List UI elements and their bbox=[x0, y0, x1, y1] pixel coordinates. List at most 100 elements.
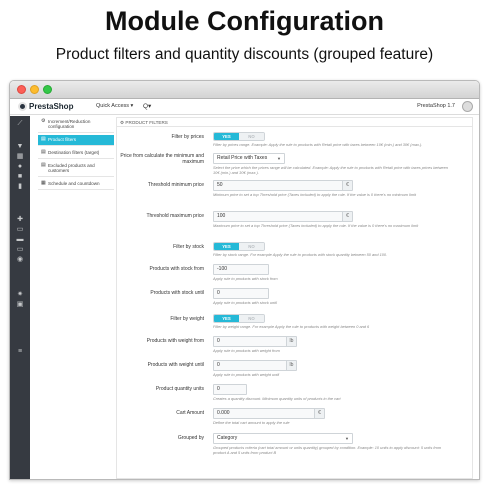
tab-product-filters[interactable]: ▤ Product filters bbox=[38, 134, 114, 146]
currency-addon: € bbox=[314, 409, 324, 418]
menu-icon[interactable]: ≡ bbox=[10, 348, 30, 356]
grouped-by-select[interactable]: Category ▼ bbox=[213, 433, 353, 444]
label-grouped-by: Grouped by bbox=[177, 435, 204, 441]
row-threshold-max: Threshold maximum price 100 € Maximum pr… bbox=[117, 211, 472, 228]
tab-label: Increment/Reduction configuration bbox=[48, 119, 91, 130]
row-price-calc: Price from calculate the minimum and max… bbox=[117, 153, 472, 175]
label-stock-from: Products with stock from bbox=[149, 266, 204, 272]
row-grouped-by: Grouped by Category ▼ Grouped products c… bbox=[117, 433, 472, 455]
card-icon[interactable]: ▭ bbox=[10, 246, 30, 254]
cart-amount-input[interactable]: 0.000 € bbox=[213, 408, 325, 419]
list-icon: ▤ bbox=[41, 148, 46, 155]
currency-addon: € bbox=[342, 212, 352, 221]
unit-addon: lb bbox=[286, 337, 296, 346]
toggle-yes[interactable]: YES bbox=[214, 315, 239, 322]
row-cart-amount: Cart Amount 0.000 € Define the total car… bbox=[117, 408, 472, 425]
truck-icon[interactable]: ▬ bbox=[10, 236, 30, 244]
toggle-no[interactable]: NO bbox=[239, 315, 264, 322]
filter-stock-toggle[interactable]: YES NO bbox=[213, 242, 265, 251]
weight-from-input[interactable]: 0 lb bbox=[213, 336, 297, 347]
list-icon: ▤ bbox=[41, 161, 46, 168]
quick-access-menu[interactable]: Quick Access ▾ bbox=[96, 103, 133, 109]
prestashop-logo-icon bbox=[18, 102, 27, 111]
help-filter-stock: Filter by stock range. For example Apply… bbox=[213, 252, 388, 257]
row-threshold-min: Threshold minimum price 50 € Minimum pri… bbox=[117, 180, 472, 197]
toggle-yes[interactable]: YES bbox=[214, 133, 239, 140]
chart-icon[interactable]: ⟋ bbox=[10, 120, 30, 128]
globe-icon[interactable]: ◉ bbox=[10, 256, 30, 264]
currency-addon: € bbox=[342, 181, 352, 190]
monitor-icon[interactable]: ▭ bbox=[10, 226, 30, 234]
info-icon[interactable]: ▣ bbox=[10, 301, 30, 309]
tab-schedule-countdown[interactable]: ▦ Schedule and countdown bbox=[38, 179, 114, 190]
row-stock-from: Products with stock from -100 Apply rule… bbox=[117, 264, 472, 281]
config-tabs: ⚙ Increment/Reduction configuration ▤ Pr… bbox=[38, 117, 114, 192]
help-grouped-by: Grouped products criteria (cart total am… bbox=[213, 445, 442, 455]
gear-icon[interactable]: ✷ bbox=[10, 291, 30, 299]
calendar-icon: ▦ bbox=[41, 179, 46, 186]
label-threshold-max: Threshold maximum price bbox=[146, 213, 204, 219]
cart-icon[interactable]: ▼ bbox=[10, 143, 30, 151]
stock-from-input[interactable]: -100 bbox=[213, 264, 269, 275]
help-filter-prices: Filter by prices range. Example: Apply t… bbox=[213, 142, 423, 147]
browser-window: PrestaShop Quick Access ▾ Q▾ PrestaShop … bbox=[9, 80, 480, 480]
maximize-window-button[interactable] bbox=[43, 85, 52, 94]
chat-icon[interactable]: ■ bbox=[10, 173, 30, 181]
tab-label: Destination filters (target) bbox=[48, 149, 100, 155]
label-price-calc: Price from calculate the minimum and max… bbox=[120, 153, 204, 165]
weight-until-input[interactable]: 0 lb bbox=[213, 360, 297, 371]
user-icon[interactable]: ● bbox=[10, 163, 30, 171]
minimize-window-button[interactable] bbox=[30, 85, 39, 94]
help-price-calc: Select the price which the prices range … bbox=[213, 165, 448, 175]
filter-prices-toggle[interactable]: YES NO bbox=[213, 132, 265, 141]
row-qty-units: Product quantity units 0 Creates a quant… bbox=[117, 384, 472, 401]
input-value: 0.000 bbox=[217, 410, 230, 416]
chevron-down-icon: ▼ bbox=[345, 436, 349, 441]
qty-units-input[interactable]: 0 bbox=[213, 384, 247, 395]
tab-label: Product filters bbox=[48, 136, 77, 142]
tab-destination-filters[interactable]: ▤ Destination filters (target) bbox=[38, 148, 114, 159]
label-weight-until: Products with weight until bbox=[147, 362, 204, 368]
product-filters-panel: ⚙ PRODUCT FILTERS Filter by prices YES N… bbox=[116, 117, 473, 479]
avatar[interactable] bbox=[462, 101, 473, 112]
label-filter-stock: Filter by stock bbox=[173, 244, 204, 250]
price-calc-select[interactable]: Retail Price with Taxes ▼ bbox=[213, 153, 285, 164]
label-stock-until: Products with stock until bbox=[150, 290, 204, 296]
label-weight-from: Products with weight from bbox=[146, 338, 204, 344]
threshold-max-input[interactable]: 100 € bbox=[213, 211, 353, 222]
label-cart-amount: Cart Amount bbox=[176, 410, 204, 416]
store-icon[interactable]: ▦ bbox=[10, 153, 30, 161]
window-titlebar bbox=[10, 81, 479, 99]
help-threshold-min: Minimum price to set a top Threshold pri… bbox=[213, 192, 417, 197]
row-stock-until: Products with stock until 0 Apply rule t… bbox=[117, 288, 472, 305]
label-threshold-min: Threshold minimum price bbox=[147, 182, 204, 188]
input-value: 0 bbox=[217, 290, 220, 296]
filter-weight-toggle[interactable]: YES NO bbox=[213, 314, 265, 323]
unit-addon: lb bbox=[286, 361, 296, 370]
row-weight-from: Products with weight from 0 lb Apply rul… bbox=[117, 336, 472, 353]
toggle-no[interactable]: NO bbox=[239, 133, 264, 140]
stats-icon[interactable]: ▮ bbox=[10, 183, 30, 191]
toggle-yes[interactable]: YES bbox=[214, 243, 239, 250]
stock-until-input[interactable]: 0 bbox=[213, 288, 269, 299]
tab-label: Excluded products and customers bbox=[48, 162, 95, 174]
puzzle-icon[interactable]: ✚ bbox=[10, 216, 30, 224]
tab-excluded-products[interactable]: ▤ Excluded products and customers bbox=[38, 161, 114, 177]
help-filter-weight: Filter by weight range. For example Appl… bbox=[213, 324, 370, 329]
label-filter-weight: Filter by weight bbox=[170, 316, 204, 322]
hero-title: Module Configuration bbox=[105, 6, 384, 36]
tab-increment-reduction[interactable]: ⚙ Increment/Reduction configuration bbox=[38, 117, 114, 133]
prestashop-logo-text[interactable]: PrestaShop bbox=[29, 102, 73, 111]
close-window-button[interactable] bbox=[17, 85, 26, 94]
toggle-no[interactable]: NO bbox=[239, 243, 264, 250]
hero-subtitle: Product filters and quantity discounts (… bbox=[55, 46, 434, 63]
help-stock-until: Apply rule to products with stock until bbox=[213, 300, 278, 305]
select-value: Retail Price with Taxes bbox=[217, 155, 268, 161]
search-icon[interactable]: Q▾ bbox=[143, 102, 151, 110]
panel-title: PRODUCT FILTERS bbox=[125, 120, 168, 125]
gear-icon: ⚙ bbox=[120, 120, 125, 125]
input-value: 0 bbox=[217, 338, 220, 344]
threshold-min-input[interactable]: 50 € bbox=[213, 180, 353, 191]
help-cart-amount: Define the total cart amount to apply th… bbox=[213, 420, 290, 425]
help-stock-from: Apply rule to products with stock from bbox=[213, 276, 278, 281]
